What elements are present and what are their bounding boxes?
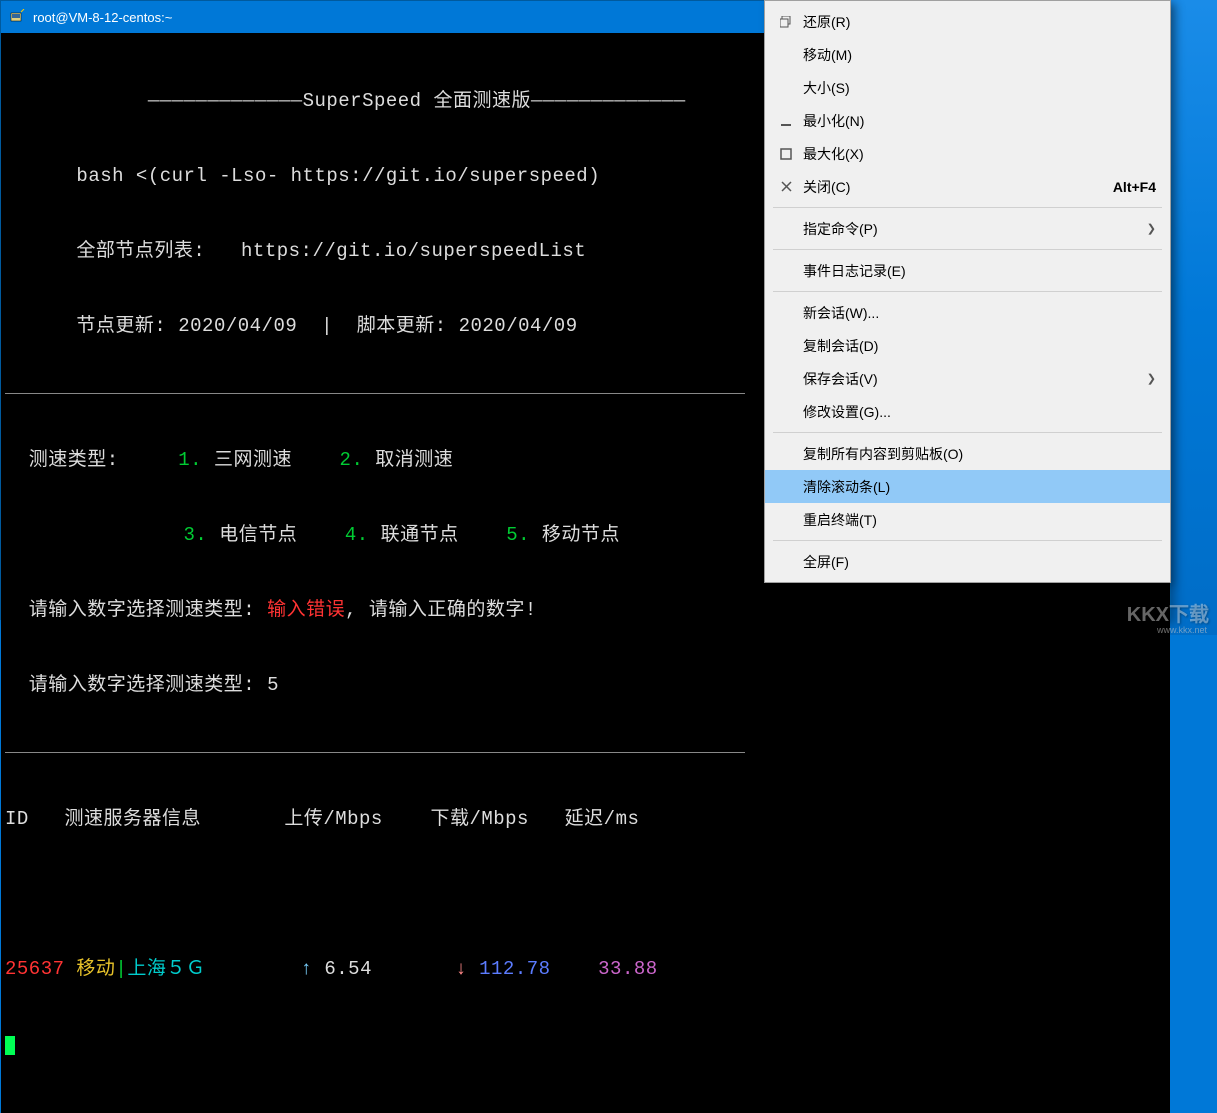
menu-item-label: 还原(R) (797, 12, 1156, 32)
menu-separator (773, 291, 1162, 292)
desktop-background (1167, 0, 1217, 635)
menu-separator (773, 540, 1162, 541)
minimize-icon (775, 115, 797, 127)
menu-item[interactable]: 移动(M) (765, 38, 1170, 71)
menu-item[interactable]: 指定命令(P)❯ (765, 212, 1170, 245)
chevron-right-icon: ❯ (1147, 222, 1156, 235)
menu-item-label: 修改设置(G)... (797, 402, 1156, 422)
terminal-cursor (5, 1036, 15, 1055)
menu-separator (773, 207, 1162, 208)
restore-icon (775, 16, 797, 28)
menu-item[interactable]: 大小(S) (765, 71, 1170, 104)
menu-item-label: 复制所有内容到剪贴板(O) (797, 444, 1156, 464)
menu-item-label: 移动(M) (797, 45, 1156, 65)
menu-item[interactable]: 复制所有内容到剪贴板(O) (765, 437, 1170, 470)
menu-item[interactable]: 保存会话(V)❯ (765, 362, 1170, 395)
menu-item-label: 最小化(N) (797, 111, 1156, 131)
menu-item-label: 重启终端(T) (797, 510, 1156, 530)
menu-item-label: 关闭(C) (797, 177, 1113, 197)
menu-item-label: 清除滚动条(L) (797, 477, 1156, 497)
bash-command: bash <(curl -Lso- https://git.io/supersp… (76, 165, 600, 187)
window-title: root@VM-8-12-centos:~ (33, 10, 172, 25)
menu-item[interactable]: 清除滚动条(L) (765, 470, 1170, 503)
close-icon (775, 181, 797, 192)
menu-item[interactable]: 复制会话(D) (765, 329, 1170, 362)
divider (5, 393, 745, 394)
divider (5, 752, 745, 753)
menu-item-label: 新会话(W)... (797, 303, 1156, 323)
context-menu: 还原(R) 移动(M) 大小(S) 最小化(N) 最大化(X) 关闭(C)Alt+F4 指定… (764, 0, 1171, 583)
menu-item[interactable]: 还原(R) (765, 5, 1170, 38)
menu-item[interactable]: 最大化(X) (765, 137, 1170, 170)
menu-shortcut: Alt+F4 (1113, 179, 1156, 195)
menu-item-label: 全屏(F) (797, 552, 1156, 572)
menu-item[interactable]: 修改设置(G)... (765, 395, 1170, 428)
menu-item[interactable]: 重启终端(T) (765, 503, 1170, 536)
menu-item-label: 指定命令(P) (797, 219, 1147, 239)
menu-item[interactable]: 事件日志记录(E) (765, 254, 1170, 287)
menu-item[interactable]: 关闭(C)Alt+F4 (765, 170, 1170, 203)
putty-icon (9, 9, 25, 25)
menu-item[interactable]: 全屏(F) (765, 545, 1170, 578)
chevron-right-icon: ❯ (1147, 372, 1156, 385)
table-row: 25637 移动|上海５Ｇ ↑ 6.54 ↓ 112.78 33.88 (5, 957, 1166, 982)
menu-item-label: 保存会话(V) (797, 369, 1147, 389)
menu-item-label: 复制会话(D) (797, 336, 1156, 356)
maximize-icon (775, 148, 797, 160)
menu-item[interactable]: 新会话(W)... (765, 296, 1170, 329)
menu-item-label: 大小(S) (797, 78, 1156, 98)
menu-separator (773, 432, 1162, 433)
menu-item-label: 事件日志记录(E) (797, 261, 1156, 281)
menu-item-label: 最大化(X) (797, 144, 1156, 164)
menu-item[interactable]: 最小化(N) (765, 104, 1170, 137)
menu-separator (773, 249, 1162, 250)
